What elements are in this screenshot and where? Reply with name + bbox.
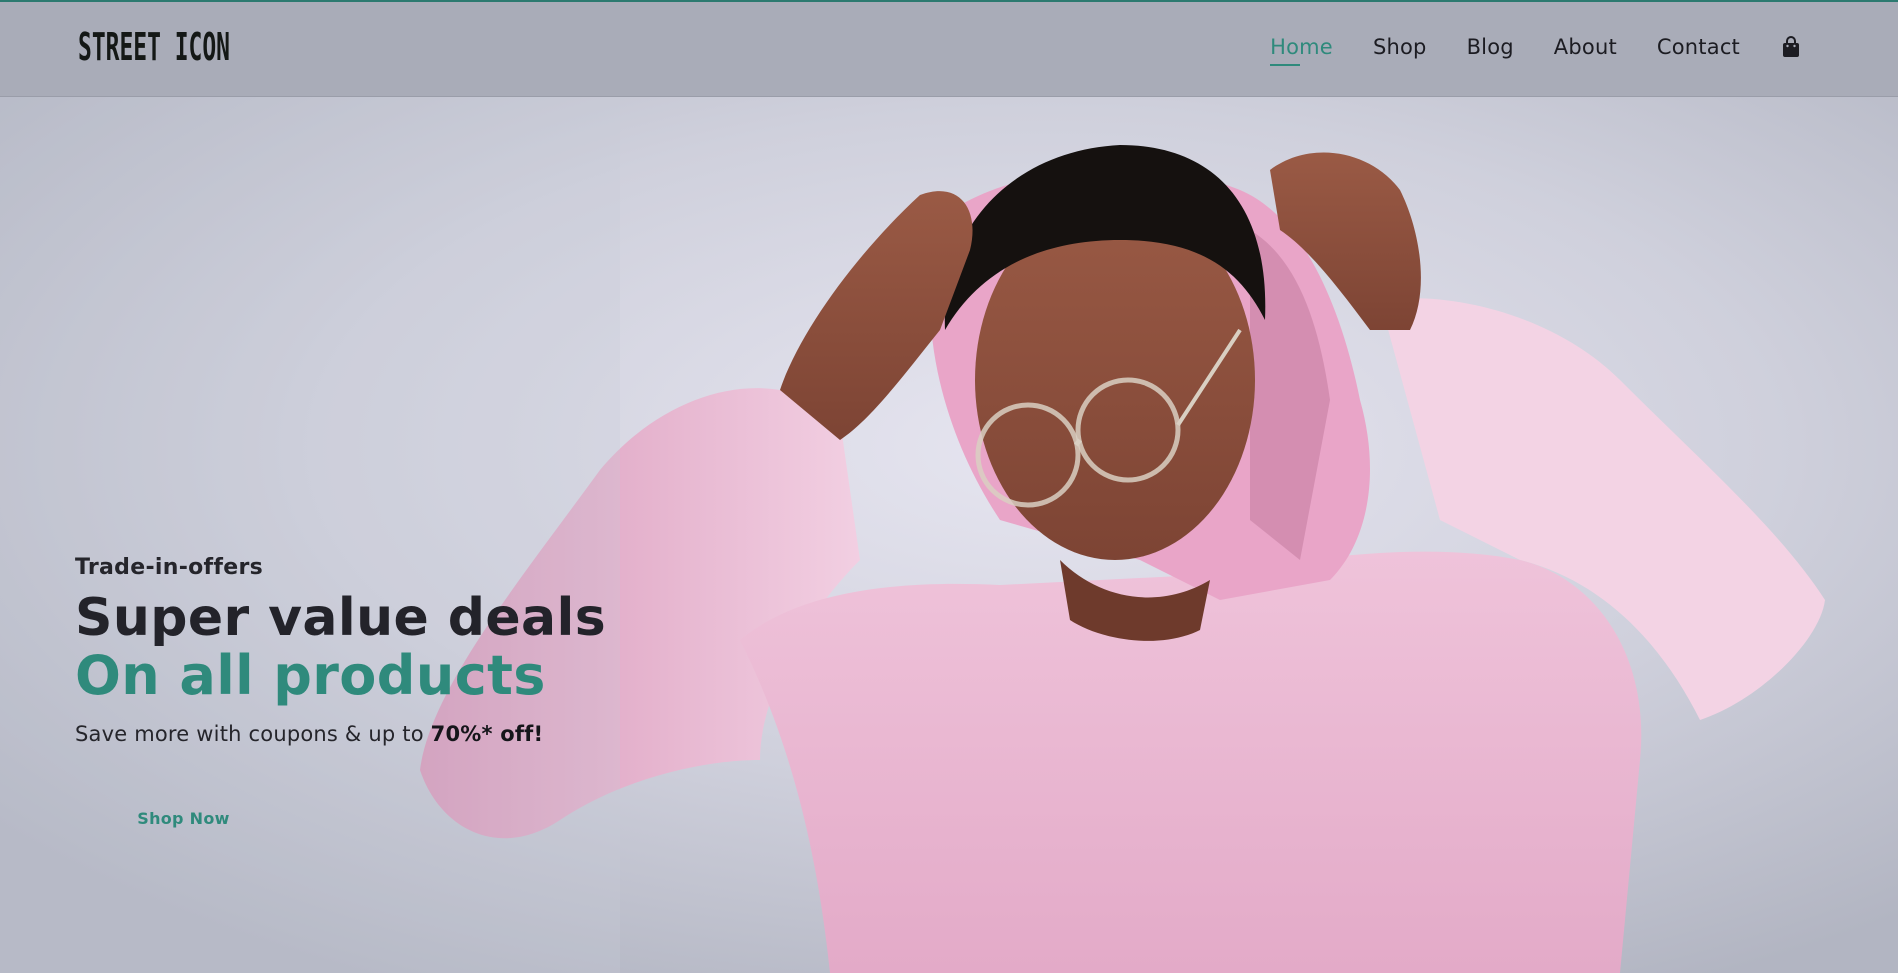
- hero-eyebrow: Trade-in-offers: [75, 555, 264, 580]
- promo-prefix: Save more with coupons & up to: [75, 722, 431, 746]
- nav-item-blog[interactable]: Blog: [1467, 32, 1514, 62]
- hero-subheadline: On all products: [75, 644, 546, 707]
- street-icon-logo[interactable]: STREET ICON: [78, 24, 238, 66]
- site-header: STREET ICON Home Shop Blog About Contact: [0, 0, 1898, 97]
- hero-copy: Trade-in-offers Super value deals On all…: [75, 555, 606, 851]
- hero-promo-text: Save more with coupons & up to 70%* off!: [75, 722, 606, 746]
- nav-item-about[interactable]: About: [1554, 32, 1617, 62]
- page: STREET ICON Home Shop Blog About Contact…: [0, 0, 1898, 973]
- promo-highlight: 70%* off!: [430, 722, 544, 746]
- nav-item-contact[interactable]: Contact: [1657, 32, 1740, 62]
- nav-item-shop[interactable]: Shop: [1373, 32, 1427, 62]
- main-nav: Home Shop Blog About Contact: [1270, 32, 1802, 66]
- shop-now-button[interactable]: Shop Now: [75, 787, 292, 851]
- svg-text:STREET ICON: STREET ICON: [78, 25, 230, 66]
- shopping-bag-icon[interactable]: [1780, 34, 1802, 60]
- hero-headline: Super value deals: [75, 588, 607, 648]
- nav-item-home[interactable]: Home: [1270, 32, 1333, 66]
